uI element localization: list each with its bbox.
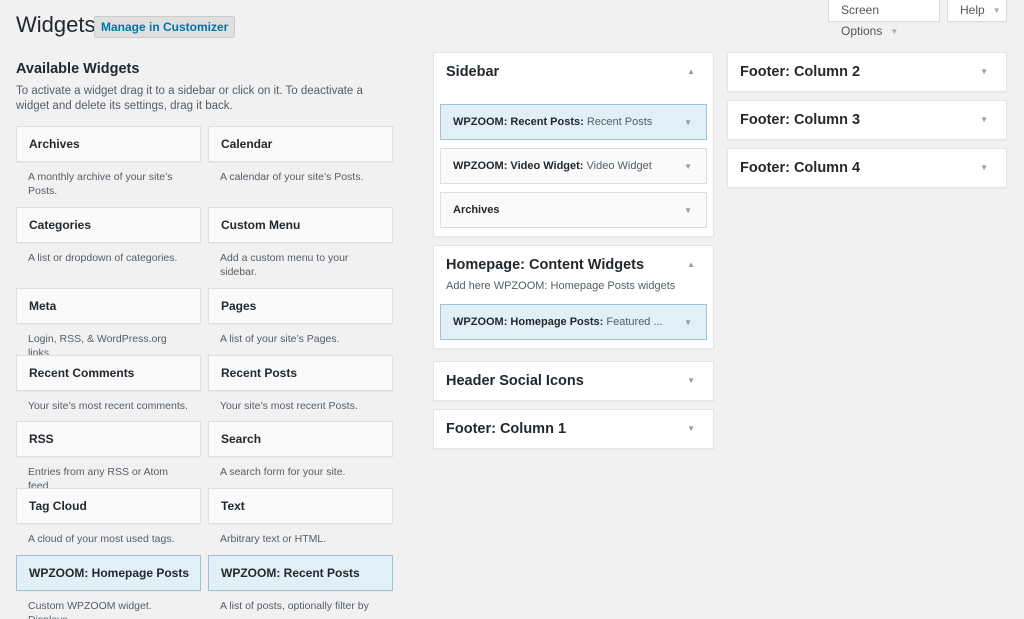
widget-description: Arbitrary text or HTML. <box>220 533 327 545</box>
footer-column-1-area[interactable]: Footer: Column 1 ▼ <box>433 409 714 449</box>
footer-column-4-area[interactable]: Footer: Column 4 ▼ <box>727 148 1007 188</box>
collapse-up-icon[interactable]: ▲ <box>687 246 695 284</box>
widget-custom-menu[interactable]: Custom Menu Add a custom menu to your si… <box>208 207 393 279</box>
widget-instance-title: Video Widget <box>583 160 652 172</box>
chevron-down-icon[interactable]: ▼ <box>684 149 692 184</box>
widget-description: A calendar of your site’s Posts. <box>220 171 364 183</box>
chevron-down-icon[interactable]: ▼ <box>684 105 692 140</box>
widget-title[interactable]: Custom Menu <box>208 207 393 243</box>
homepage-area-header[interactable]: Homepage: Content Widgets ▲ <box>434 246 713 284</box>
widget-recent-posts[interactable]: Recent Posts Your site’s most recent Pos… <box>208 355 393 413</box>
screen-options-label: Screen Options <box>841 3 883 38</box>
widget-title[interactable]: Recent Posts <box>208 355 393 391</box>
area-header[interactable]: Footer: Column 1 ▼ <box>434 410 713 448</box>
area-header[interactable]: Header Social Icons ▼ <box>434 362 713 400</box>
widget-description: Your site’s most recent Posts. <box>220 400 358 412</box>
chevron-down-icon[interactable]: ▼ <box>684 193 692 228</box>
collapse-up-icon[interactable]: ▲ <box>687 53 695 91</box>
help-button[interactable]: Help ▼ <box>947 0 1007 22</box>
widget-description: Add a custom menu to your sidebar. <box>220 252 349 278</box>
area-title: Homepage: Content Widgets <box>446 257 645 273</box>
widget-tag-cloud[interactable]: Tag Cloud A cloud of your most used tags… <box>16 488 201 546</box>
widget-pages[interactable]: Pages A list of your site’s Pages. <box>208 288 393 346</box>
widget-title[interactable]: Calendar <box>208 126 393 162</box>
widget-description: A monthly archive of your site’s Posts. <box>28 171 173 197</box>
chevron-down-icon[interactable]: ▼ <box>687 410 695 448</box>
sidebar-widget-wpzoom-recent-posts[interactable]: WPZOOM: Recent Posts: Recent Posts ▼ <box>440 104 707 140</box>
widget-title[interactable]: Search <box>208 421 393 457</box>
widget-description: A search form for your site. <box>220 466 346 478</box>
widget-title[interactable]: Pages <box>208 288 393 324</box>
widget-wpzoom-recent-posts[interactable]: WPZOOM: Recent Posts A list of posts, op… <box>208 555 393 613</box>
area-header[interactable]: Footer: Column 3 ▼ <box>728 101 1006 139</box>
widget-description: A list of posts, optionally filter by <box>220 600 369 612</box>
available-widgets-description: To activate a widget drag it to a sideba… <box>16 85 363 112</box>
widget-instance-title: Recent Posts <box>583 116 653 128</box>
widget-calendar[interactable]: Calendar A calendar of your site’s Posts… <box>208 126 393 184</box>
screen-options-button[interactable]: Screen Options ▼ <box>828 0 940 38</box>
area-header[interactable]: Footer: Column 2 ▼ <box>728 53 1006 91</box>
area-title: Sidebar <box>446 64 500 80</box>
sidebar-widget-archives[interactable]: Archives ▼ <box>440 192 707 228</box>
widget-meta[interactable]: Meta Login, RSS, & WordPress.org links. <box>16 288 201 360</box>
widget-type: WPZOOM: Video Widget: <box>453 160 584 172</box>
homepage-widget-wpzoom-homepage-posts[interactable]: WPZOOM: Homepage Posts: Featured ... ▼ <box>440 304 707 340</box>
sidebar-area: Sidebar ▲ WPZOOM: Recent Posts: Recent P… <box>433 52 714 237</box>
page-title: Widgets <box>16 12 96 37</box>
header-social-icons-area[interactable]: Header Social Icons ▼ <box>433 361 714 401</box>
widget-archives[interactable]: Archives A monthly archive of your site’… <box>16 126 201 198</box>
widget-description: Your site’s most recent comments. <box>28 400 188 412</box>
area-title: Header Social Icons <box>446 373 584 389</box>
widget-title[interactable]: Archives <box>16 126 201 162</box>
widget-description: A cloud of your most used tags. <box>28 533 175 545</box>
manage-in-customizer-button[interactable]: Manage in Customizer <box>94 16 236 38</box>
widget-title[interactable]: Recent Comments <box>16 355 201 391</box>
widget-rss[interactable]: RSS Entries from any RSS or Atom feed. <box>16 421 201 493</box>
help-label: Help <box>960 3 985 17</box>
widget-type: WPZOOM: Homepage Posts: <box>453 316 604 328</box>
widget-title[interactable]: Categories <box>16 207 201 243</box>
widget-title[interactable]: WPZOOM: Homepage Posts <box>16 555 201 591</box>
widget-recent-comments[interactable]: Recent Comments Your site’s most recent … <box>16 355 201 413</box>
area-title: Footer: Column 3 <box>740 112 861 128</box>
widget-title[interactable]: RSS <box>16 421 201 457</box>
widget-text[interactable]: Text Arbitrary text or HTML. <box>208 488 393 546</box>
area-title: Footer: Column 1 <box>446 421 567 437</box>
chevron-down-icon: ▼ <box>992 6 1001 15</box>
widget-title[interactable]: WPZOOM: Recent Posts <box>208 555 393 591</box>
widget-description: A list or dropdown of categories. <box>28 252 178 264</box>
chevron-down-icon[interactable]: ▼ <box>684 305 692 340</box>
chevron-down-icon[interactable]: ▼ <box>980 149 988 187</box>
footer-column-2-area[interactable]: Footer: Column 2 ▼ <box>727 52 1007 92</box>
widget-title[interactable]: Text <box>208 488 393 524</box>
widget-search[interactable]: Search A search form for your site. <box>208 421 393 479</box>
homepage-content-widgets-area: Homepage: Content Widgets ▲ Add here WPZ… <box>433 245 714 349</box>
area-title: Footer: Column 4 <box>740 160 861 176</box>
widget-type: Archives <box>453 204 500 216</box>
sidebar-area-header[interactable]: Sidebar ▲ <box>434 53 713 91</box>
widget-description: Custom WPZOOM widget. Displays <box>28 600 152 619</box>
widget-instance-title: Featured ... <box>603 316 663 328</box>
chevron-down-icon[interactable]: ▼ <box>980 53 988 91</box>
chevron-down-icon[interactable]: ▼ <box>980 101 988 139</box>
widget-description: A list of your site’s Pages. <box>220 333 340 345</box>
area-header[interactable]: Footer: Column 4 ▼ <box>728 149 1006 187</box>
chevron-down-icon: ▼ <box>890 27 899 36</box>
available-widgets-title: Available Widgets <box>16 61 140 77</box>
widget-title[interactable]: Meta <box>16 288 201 324</box>
sidebar-widget-wpzoom-video[interactable]: WPZOOM: Video Widget: Video Widget ▼ <box>440 148 707 184</box>
footer-column-3-area[interactable]: Footer: Column 3 ▼ <box>727 100 1007 140</box>
widget-wpzoom-homepage-posts[interactable]: WPZOOM: Homepage Posts Custom WPZOOM wid… <box>16 555 201 619</box>
area-title: Footer: Column 2 <box>740 64 861 80</box>
widget-title[interactable]: Tag Cloud <box>16 488 201 524</box>
widget-type: WPZOOM: Recent Posts: <box>453 116 584 128</box>
chevron-down-icon[interactable]: ▼ <box>687 362 695 400</box>
widget-categories[interactable]: Categories A list or dropdown of categor… <box>16 207 201 265</box>
